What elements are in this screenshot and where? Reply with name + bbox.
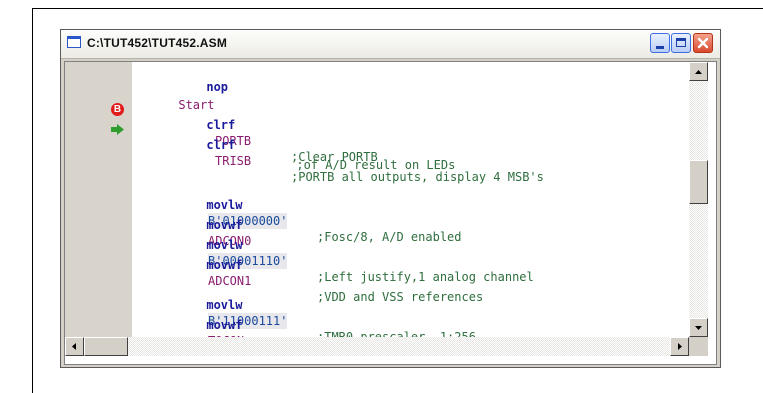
document-frame-left — [32, 8, 33, 393]
editor-client-area: nop Start B clrf PORTB ;Clear PORTB clrf… — [64, 61, 717, 365]
title-bar[interactable]: C:\TUT452\TUT452.ASM — [61, 30, 720, 59]
close-icon — [697, 37, 709, 49]
breakpoint-icon[interactable]: B — [111, 103, 124, 116]
opcode: movwf — [206, 258, 243, 272]
window-title: C:\TUT452\TUT452.ASM — [87, 36, 228, 50]
comment: ;Fosc/8, A/D enabled — [317, 230, 462, 244]
arrow-left-icon — [72, 343, 76, 350]
scrollbar-corner — [689, 337, 708, 356]
document-frame-top — [32, 8, 763, 9]
vertical-scrollbar[interactable] — [689, 62, 708, 337]
scroll-right-button[interactable] — [670, 337, 689, 356]
code-line[interactable]: ;of A/D result on LEDs — [253, 141, 455, 189]
horizontal-scrollbar[interactable] — [65, 337, 689, 356]
comment: ;of A/D result on LEDs — [296, 158, 456, 172]
comment: ;VDD and VSS references — [317, 290, 484, 304]
vertical-scroll-thumb[interactable] — [689, 160, 708, 204]
maximize-button[interactable] — [671, 33, 691, 53]
editor-window: C:\TUT452\TUT452.ASM nop Start B clrf PO… — [60, 29, 721, 368]
arrow-right-small-icon — [678, 343, 682, 350]
comment: ;Left justify,1 analog channel — [317, 270, 534, 284]
arrow-up-icon — [695, 70, 702, 74]
operand: TRISB — [215, 154, 252, 168]
opcode: clrf — [206, 138, 236, 152]
opcode: movwf — [206, 318, 243, 332]
horizontal-scroll-thumb[interactable] — [84, 337, 128, 356]
close-button[interactable] — [693, 33, 713, 53]
scroll-left-button[interactable] — [65, 337, 84, 356]
arrow-right-icon — [111, 124, 124, 135]
arrow-down-icon — [695, 326, 702, 330]
minimize-button[interactable] — [650, 33, 670, 53]
scroll-down-button[interactable] — [689, 318, 708, 337]
document-icon — [67, 36, 81, 48]
scroll-up-button[interactable] — [689, 62, 708, 81]
breakpoint-gutter[interactable] — [65, 62, 132, 337]
